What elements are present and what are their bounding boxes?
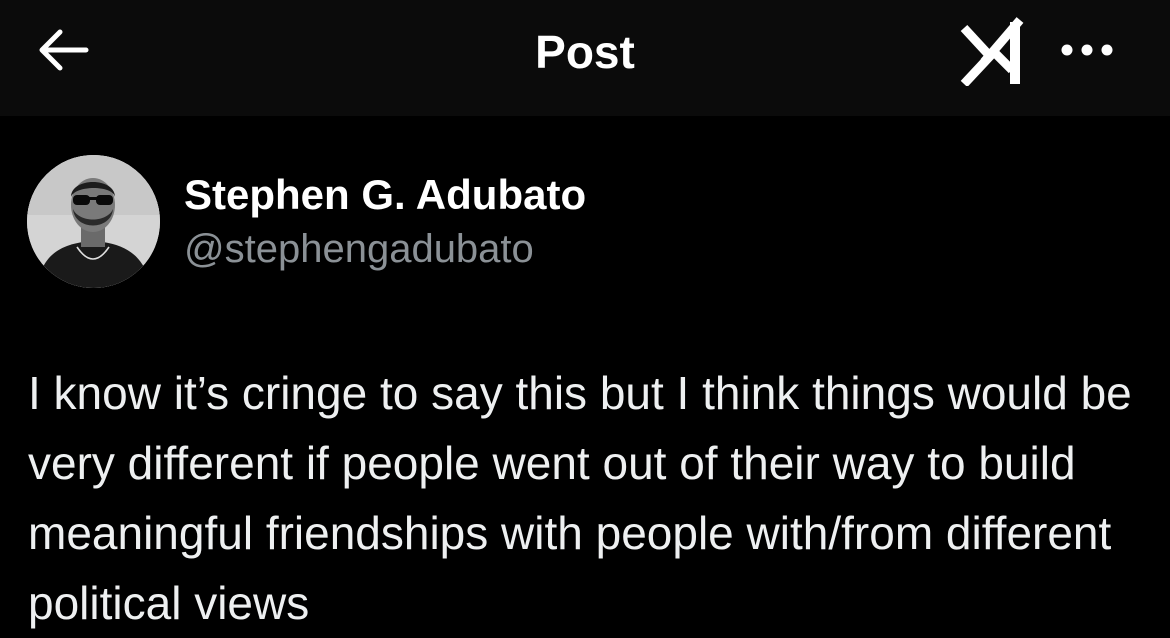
back-button[interactable] — [26, 22, 98, 82]
author-name[interactable]: Stephen G. Adubato — [184, 168, 586, 222]
arrow-left-icon — [34, 26, 90, 79]
grok-button[interactable] — [952, 10, 1032, 94]
grok-icon — [958, 14, 1026, 91]
top-navigation-bar: Post — [0, 0, 1170, 116]
more-options-button[interactable] — [1052, 24, 1122, 80]
author-avatar[interactable] — [27, 155, 160, 288]
more-horizontal-icon — [1057, 40, 1117, 65]
post-text: I know it’s cringe to say this but I thi… — [28, 367, 1132, 629]
author-handle[interactable]: @stephengadubato — [184, 222, 534, 276]
avatar-photo — [27, 155, 160, 288]
